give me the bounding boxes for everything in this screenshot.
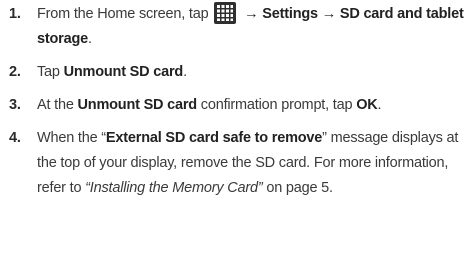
step-number: 2. bbox=[9, 64, 21, 80]
step-text: confirmation prompt, tap bbox=[196, 97, 357, 113]
step-text: Tap bbox=[37, 64, 64, 80]
step-end: . bbox=[87, 31, 92, 47]
reference-link-text: “Installing the Memory Card” bbox=[85, 180, 263, 196]
steps-list: 1. From the Home screen, tap → Settings … bbox=[0, 2, 470, 209]
step-number: 3. bbox=[9, 97, 21, 113]
step-2: 2. Tap Unmount SD card. bbox=[0, 60, 470, 85]
settings-label: Settings bbox=[262, 6, 318, 22]
instruction-page: 1. From the Home screen, tap → Settings … bbox=[0, 0, 473, 261]
step-text: At the bbox=[37, 97, 78, 113]
arrow: → bbox=[240, 6, 263, 22]
step-text: From the Home screen, tap bbox=[37, 6, 213, 22]
step-3: 3. At the Unmount SD card confirmation p… bbox=[0, 93, 470, 118]
unmount-label: Unmount SD card bbox=[63, 64, 184, 80]
step-end: . bbox=[377, 97, 382, 113]
apps-grid-icon bbox=[214, 2, 237, 24]
step-end: . bbox=[183, 64, 187, 80]
step-text: on page 5. bbox=[262, 180, 333, 196]
ok-label: OK bbox=[356, 97, 378, 113]
step-number: 1. bbox=[9, 6, 21, 22]
step-4: 4. When the “External SD card safe to re… bbox=[0, 126, 470, 201]
arrow: → bbox=[317, 6, 340, 22]
step-1: 1. From the Home screen, tap → Settings … bbox=[0, 2, 470, 52]
step-number: 4. bbox=[9, 130, 21, 146]
message-label: External SD card safe to remove bbox=[105, 130, 323, 146]
step-text: When the “ bbox=[37, 130, 106, 146]
prompt-label: Unmount SD card bbox=[77, 97, 198, 113]
